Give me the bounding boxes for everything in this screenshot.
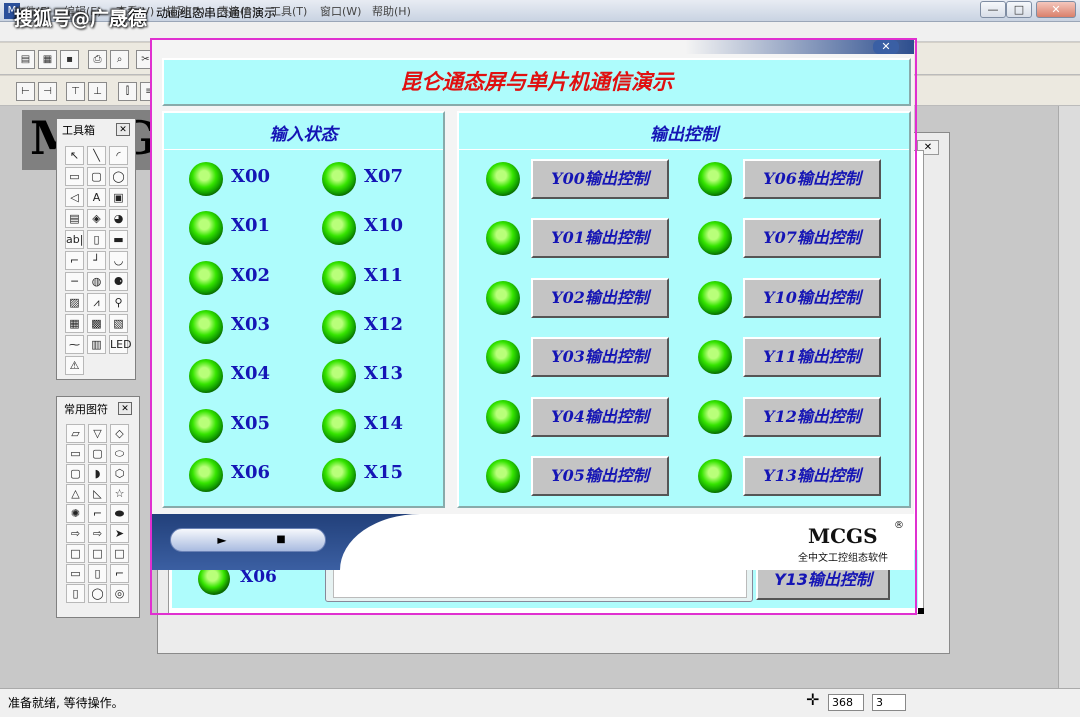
shape-icon[interactable]: ⬡ bbox=[110, 464, 129, 483]
new-icon[interactable]: ▤ bbox=[16, 50, 35, 69]
tool-icon[interactable]: LED bbox=[109, 335, 132, 354]
shape-icon[interactable]: ◗ bbox=[88, 464, 107, 483]
align-left-icon[interactable]: ⊢ bbox=[16, 82, 35, 101]
status-bar bbox=[0, 688, 1080, 717]
menu-tools[interactable]: 工具(T) bbox=[270, 3, 307, 19]
tool-icon[interactable]: ▣ bbox=[109, 188, 128, 207]
menu-help[interactable]: 帮助(H) bbox=[372, 3, 411, 19]
resize-handle[interactable] bbox=[918, 608, 924, 614]
tool-icon[interactable]: ◜ bbox=[109, 146, 128, 165]
shape-icon[interactable]: ◎ bbox=[110, 584, 129, 603]
tool-icon[interactable]: ╲ bbox=[87, 146, 106, 165]
tool-icon[interactable]: ◍ bbox=[87, 272, 106, 291]
tool-icon[interactable]: ab| bbox=[65, 230, 84, 249]
shape-icon[interactable]: ▯ bbox=[66, 584, 85, 603]
align-center-icon[interactable]: ⫿ bbox=[118, 82, 137, 101]
toolbox-title: 工具箱 bbox=[62, 124, 95, 137]
tool-icon[interactable]: ⚲ bbox=[109, 293, 128, 312]
menu-table[interactable]: 表格(B) bbox=[218, 3, 256, 19]
shape-icon[interactable]: ▭ bbox=[66, 444, 85, 463]
cursor-y-field: 3 bbox=[872, 694, 906, 711]
tool-icon[interactable]: ▯ bbox=[87, 230, 106, 249]
shape-icon[interactable]: ➤ bbox=[110, 524, 129, 543]
tool-icon[interactable]: ▦ bbox=[65, 314, 84, 333]
tool-icon[interactable]: ▢ bbox=[87, 167, 106, 186]
tool-icon[interactable]: ⚈ bbox=[109, 272, 128, 291]
selection-frame bbox=[150, 38, 917, 615]
preview-icon[interactable]: ⌕ bbox=[110, 50, 129, 69]
shape-icon[interactable]: ▢ bbox=[66, 464, 85, 483]
crosshair-icon: ✛ bbox=[806, 690, 820, 709]
tool-icon[interactable]: ◕ bbox=[109, 209, 128, 228]
shape-icon[interactable]: ▽ bbox=[88, 424, 107, 443]
restore-button[interactable]: □ bbox=[1006, 1, 1032, 18]
shape-icon[interactable]: ◺ bbox=[88, 484, 107, 503]
shape-icon[interactable]: ⬭ bbox=[110, 444, 129, 463]
tool-icon[interactable]: ▤ bbox=[65, 209, 84, 228]
minimize-button[interactable]: — bbox=[980, 1, 1006, 18]
tool-icon[interactable]: ─ bbox=[65, 272, 84, 291]
status-text: 准备就绪, 等待操作。 bbox=[8, 696, 124, 710]
open-icon[interactable]: ▦ bbox=[38, 50, 57, 69]
shape-icon[interactable]: ☆ bbox=[110, 484, 129, 503]
align-top-icon[interactable]: ⊤ bbox=[66, 82, 85, 101]
tool-icon[interactable]: ▩ bbox=[87, 314, 106, 333]
shape-icon[interactable]: ▢ bbox=[88, 444, 107, 463]
shape-icon[interactable]: ✺ bbox=[66, 504, 85, 523]
tool-icon[interactable]: ◯ bbox=[109, 167, 128, 186]
watermark: 搜狐号@广晟德 bbox=[14, 8, 148, 30]
tool-icon[interactable]: ◁ bbox=[65, 188, 84, 207]
print-icon[interactable]: ⎙ bbox=[88, 50, 107, 69]
shape-icon[interactable]: □ bbox=[66, 544, 85, 563]
shape-icon[interactable]: □ bbox=[110, 544, 129, 563]
shape-icon[interactable]: ▭ bbox=[66, 564, 85, 583]
shapes-close-button[interactable]: ✕ bbox=[118, 402, 132, 415]
shapes-panel-title: 常用图符 bbox=[64, 403, 108, 416]
tool-icon[interactable]: ⩘ bbox=[87, 293, 106, 312]
tool-icon[interactable]: ▥ bbox=[87, 335, 106, 354]
tool-icon[interactable]: ┘ bbox=[87, 251, 106, 270]
tool-icon[interactable]: ◡ bbox=[109, 251, 128, 270]
workspace-scrollbar[interactable] bbox=[1058, 106, 1080, 688]
align-bottom-icon[interactable]: ⊥ bbox=[88, 82, 107, 101]
tool-icon[interactable]: ▬ bbox=[109, 230, 128, 249]
tool-icon[interactable]: ⌐ bbox=[65, 251, 84, 270]
cursor-x-field: 368 bbox=[828, 694, 864, 711]
shape-icon[interactable]: ▱ bbox=[66, 424, 85, 443]
shape-icon[interactable]: ⌐ bbox=[88, 504, 107, 523]
tool-icon[interactable]: ◈ bbox=[87, 209, 106, 228]
shape-icon[interactable]: ⬬ bbox=[110, 504, 129, 523]
shape-icon[interactable]: □ bbox=[88, 544, 107, 563]
menu-arrange[interactable]: 排列(D) bbox=[166, 3, 205, 19]
toolbox-close-button[interactable]: ✕ bbox=[116, 123, 130, 136]
tool-icon[interactable]: ▭ bbox=[65, 167, 84, 186]
shape-icon[interactable]: ⌐ bbox=[110, 564, 129, 583]
close-app-button[interactable]: ✕ bbox=[1036, 1, 1076, 18]
tool-icon[interactable]: ▨ bbox=[65, 293, 84, 312]
tool-icon[interactable]: ↖ bbox=[65, 146, 84, 165]
shape-icon[interactable]: ⇨ bbox=[88, 524, 107, 543]
shape-icon[interactable]: ◯ bbox=[88, 584, 107, 603]
tool-icon[interactable]: ⚠ bbox=[65, 356, 84, 375]
tool-icon[interactable]: ⁓ bbox=[65, 335, 84, 354]
shape-icon[interactable]: ◇ bbox=[110, 424, 129, 443]
shape-icon[interactable]: ⇨ bbox=[66, 524, 85, 543]
menu-window[interactable]: 窗口(W) bbox=[320, 3, 361, 19]
shape-icon[interactable]: ▯ bbox=[88, 564, 107, 583]
shape-icon[interactable]: △ bbox=[66, 484, 85, 503]
align-right-icon[interactable]: ⊣ bbox=[38, 82, 57, 101]
save-icon[interactable]: ▪ bbox=[60, 50, 79, 69]
tool-icon[interactable]: ▧ bbox=[109, 314, 128, 333]
tool-icon[interactable]: A bbox=[87, 188, 106, 207]
